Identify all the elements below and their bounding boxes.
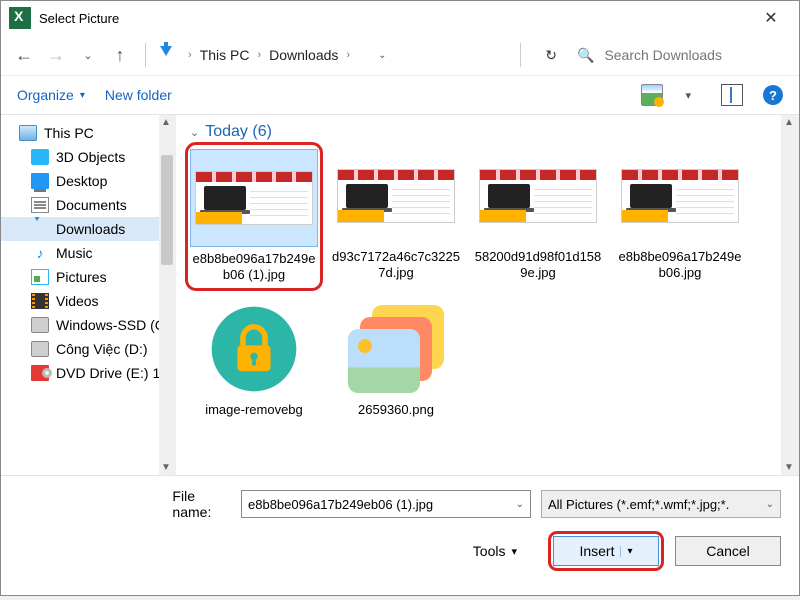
image-thumbnail — [199, 301, 309, 397]
nav-row: ← → ⌄ ↑ › This PC › Downloads › ⌄ ↻ 🔍 — [1, 35, 799, 75]
tree-scrollbar[interactable] — [159, 115, 175, 475]
dvd-icon — [31, 365, 49, 381]
image-thumbnail — [348, 305, 444, 393]
tree-item-music[interactable]: ♪Music — [1, 241, 175, 265]
file-item[interactable]: e8b8be096a17b249eb06 (1).jpg — [190, 147, 318, 286]
tree-item-cong-viec-d[interactable]: Công Việc (D:) — [1, 337, 175, 361]
filename-input[interactable]: e8b8be096a17b249eb06 (1).jpg ⌄ — [241, 490, 531, 518]
files-pane[interactable]: ⌄ Today (6) e8b8be096a17b249eb06 (1).jpg… — [176, 115, 799, 475]
title-bar: Select Picture ✕ — [1, 1, 799, 35]
tree-item-desktop[interactable]: Desktop — [1, 169, 175, 193]
image-thumbnail — [621, 169, 739, 223]
hdd-icon — [31, 341, 49, 357]
breadcrumb-downloads[interactable]: Downloads — [269, 47, 338, 63]
new-folder-label: New folder — [105, 87, 172, 103]
recent-locations-chevron[interactable]: ⌄ — [77, 44, 99, 66]
close-button[interactable]: ✕ — [751, 8, 791, 28]
nav-forward-button[interactable]: → — [45, 44, 67, 66]
tree-item-3d-objects[interactable]: 3D Objects — [1, 145, 175, 169]
chevron-down-icon[interactable]: ⌄ — [766, 499, 774, 510]
file-item[interactable]: d93c7172a46c7c32257d.jpg — [332, 147, 460, 286]
file-name: e8b8be096a17b249eb06.jpg — [616, 249, 744, 282]
nav-up-button[interactable]: ↑ — [109, 44, 131, 66]
tree-item-windows-ssd[interactable]: Windows-SSD (C — [1, 313, 175, 337]
image-thumbnail — [479, 169, 597, 223]
desktop-icon — [31, 173, 49, 189]
excel-app-icon — [9, 7, 31, 29]
breadcrumb-dropdown-icon[interactable]: ⌄ — [378, 50, 386, 61]
breadcrumb[interactable]: › This PC › Downloads › ⌄ — [188, 47, 506, 63]
refresh-button[interactable]: ↻ — [545, 47, 557, 64]
pane-scrollbar[interactable] — [781, 115, 799, 475]
search-input[interactable] — [602, 46, 772, 64]
dialog-body: This PC 3D Objects Desktop Documents Dow… — [1, 115, 799, 475]
chevron-down-icon: ▾ — [80, 90, 85, 101]
toolbar: Organize ▾ New folder ▾ ? — [1, 75, 799, 115]
file-item[interactable]: 58200d91d98f01d1589e.jpg — [474, 147, 602, 286]
file-name: e8b8be096a17b249eb06 (1).jpg — [192, 251, 316, 284]
search-icon: 🔍 — [577, 47, 594, 64]
tree-item-dvd-drive[interactable]: DVD Drive (E:) 1 — [1, 361, 175, 385]
downloads-location-icon — [160, 46, 178, 64]
preview-pane-button[interactable] — [721, 84, 743, 106]
file-type-filter[interactable]: All Pictures (*.emf;*.wmf;*.jpg;*. ⌄ — [541, 490, 781, 518]
split-chevron-icon[interactable]: ▾ — [620, 546, 632, 557]
cancel-button[interactable]: Cancel — [675, 536, 781, 566]
tree-item-videos[interactable]: Videos — [1, 289, 175, 313]
cube-icon — [31, 149, 49, 165]
insert-button-highlight: Insert ▾ — [551, 534, 661, 568]
file-grid: e8b8be096a17b249eb06 (1).jpg d93c7172a46… — [190, 147, 750, 418]
image-thumbnail — [195, 171, 313, 225]
group-header-today[interactable]: ⌄ Today (6) — [190, 123, 789, 141]
view-mode-button[interactable] — [641, 84, 663, 106]
pc-icon — [19, 125, 37, 141]
select-picture-dialog: Select Picture ✕ ← → ⌄ ↑ › This PC › Dow… — [0, 0, 800, 596]
search-box[interactable]: 🔍 — [577, 46, 787, 64]
file-name: image-removebg — [205, 402, 303, 418]
file-item[interactable]: 2659360.png — [332, 300, 460, 418]
breadcrumb-this-pc[interactable]: This PC — [200, 47, 250, 63]
hdd-icon — [31, 317, 49, 333]
tree-item-downloads[interactable]: Downloads — [1, 217, 175, 241]
organize-label: Organize — [17, 87, 74, 103]
file-item[interactable]: e8b8be096a17b249eb06.jpg — [616, 147, 744, 286]
filename-label: File name: — [172, 488, 231, 520]
nav-back-button[interactable]: ← — [13, 44, 35, 66]
music-icon: ♪ — [31, 245, 49, 261]
tools-menu[interactable]: Tools ▾ — [473, 543, 517, 559]
tree-item-pictures[interactable]: Pictures — [1, 265, 175, 289]
help-button[interactable]: ? — [763, 85, 783, 105]
bottom-bar: File name: e8b8be096a17b249eb06 (1).jpg … — [1, 475, 799, 582]
pictures-icon — [31, 269, 49, 285]
video-icon — [31, 293, 49, 309]
new-folder-button[interactable]: New folder — [105, 87, 172, 103]
file-name: 58200d91d98f01d1589e.jpg — [474, 249, 602, 282]
image-thumbnail — [337, 169, 455, 223]
tree-item-documents[interactable]: Documents — [1, 193, 175, 217]
tree-item-this-pc[interactable]: This PC — [1, 121, 175, 145]
insert-button[interactable]: Insert ▾ — [553, 536, 659, 566]
file-name: 2659360.png — [358, 402, 434, 418]
file-name: d93c7172a46c7c32257d.jpg — [332, 249, 460, 282]
chevron-down-icon: ⌄ — [190, 126, 199, 139]
chevron-down-icon[interactable]: ▾ — [685, 89, 691, 102]
chevron-down-icon[interactable]: ⌄ — [516, 499, 524, 510]
organize-menu[interactable]: Organize ▾ — [17, 87, 85, 103]
document-icon — [31, 197, 49, 213]
file-item[interactable]: image-removebg — [190, 300, 318, 418]
folder-tree[interactable]: This PC 3D Objects Desktop Documents Dow… — [1, 115, 176, 475]
download-icon — [31, 221, 49, 237]
window-title: Select Picture — [39, 11, 119, 26]
chevron-down-icon: ▾ — [511, 545, 517, 558]
